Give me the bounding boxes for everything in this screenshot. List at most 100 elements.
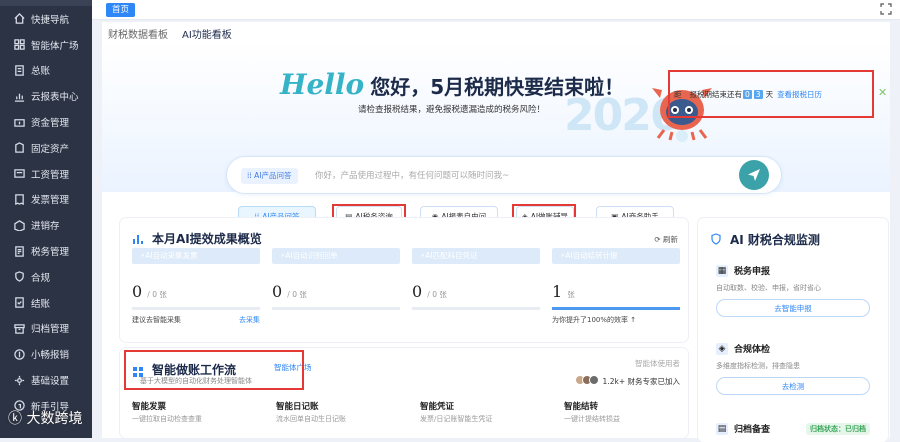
smart-filing-button[interactable]: 去智能申报 bbox=[716, 299, 870, 317]
calendar-icon: ▦ bbox=[716, 264, 728, 277]
sidebar-item-label: 云报表中心 bbox=[31, 92, 79, 104]
workflow-item-title: 智能凭证 bbox=[420, 402, 455, 412]
tax-icon bbox=[14, 245, 25, 257]
deadline-digit-2: 3 bbox=[753, 89, 763, 99]
sidebar-item-label: 发票管理 bbox=[31, 195, 70, 207]
workflow-item-desc: 流水回单自动生日记账 bbox=[276, 415, 346, 423]
metric-2: ⚡AI匹配科目凭证 0 / 0 张 bbox=[412, 248, 540, 315]
metric-value: 0 / 0 张 bbox=[132, 282, 167, 301]
users-label: 智能体使用者 bbox=[635, 359, 680, 368]
go-check-button[interactable]: 去检测 bbox=[716, 377, 870, 395]
sidebar-item-label: 合规 bbox=[31, 272, 51, 284]
sidebar-item-12[interactable]: 归档管理 bbox=[0, 316, 92, 342]
shield-icon bbox=[711, 233, 721, 245]
top-bar: 首页 bbox=[92, 0, 900, 20]
tax-calendar-link[interactable]: 查看报税日历 bbox=[777, 89, 822, 100]
metric-label: ⚡AI自动识别回单 bbox=[272, 248, 400, 264]
sidebar-item-label: 归档管理 bbox=[31, 324, 70, 336]
close-icon[interactable]: ✕ bbox=[878, 86, 887, 99]
main-area: 首页 财税数据看板 AI功能看板 Hello 您好，5月税期快要结束啦！ 请检查报… bbox=[92, 0, 900, 442]
sidebar-item-7[interactable]: 发票管理 bbox=[0, 187, 92, 213]
workflow-item-desc: 一键拉取自动检查查重 bbox=[132, 415, 202, 423]
stock-icon bbox=[14, 219, 25, 231]
sidebar-item-6[interactable]: 工资管理 bbox=[0, 161, 92, 187]
sidebar-item-label: 进销存 bbox=[31, 221, 60, 233]
sidebar-item-label: 小畅报销 bbox=[31, 350, 70, 362]
metric-foot-left: 为你提升了100%的效率 ↑ bbox=[552, 316, 637, 324]
sidebar-item-label: 总账 bbox=[31, 66, 51, 78]
metric-action-link[interactable]: 去采集 bbox=[239, 315, 260, 325]
sidebar: 快捷导航智能体广场总账云报表中心资金管理固定资产工资管理发票管理进销存税务管理合… bbox=[0, 0, 92, 438]
send-button[interactable] bbox=[739, 160, 769, 190]
search-input[interactable]: 你好，产品使用过程中，有任何问题可以随时问我~ bbox=[315, 169, 509, 181]
dashboard-panel: 财税数据看板 AI功能看板 Hello 您好，5月税期快要结束啦！ 请检查报税结果… bbox=[102, 22, 890, 442]
compliance-title: AI 财税合规监测 bbox=[730, 233, 820, 247]
deadline-unit: 天 bbox=[765, 89, 774, 99]
metrics-title: 本月AI提效成果概览 bbox=[152, 232, 262, 246]
chart-icon bbox=[14, 91, 25, 102]
workflow-item-3[interactable]: 智能结转 一键计提结转损益 bbox=[564, 400, 688, 424]
metric-label: ⚡AI自动结转计提 bbox=[552, 248, 680, 264]
refresh-button[interactable]: ⟳ 刷新 bbox=[654, 234, 678, 245]
deadline-digit-1: 0 bbox=[743, 89, 752, 99]
sidebar-item-label: 智能体广场 bbox=[31, 40, 79, 52]
workflow-item-title: 智能日记账 bbox=[276, 402, 319, 412]
sidebar-item-label: 快捷导航 bbox=[31, 14, 70, 26]
bar-chart-icon bbox=[133, 235, 143, 244]
sidebar-item-11[interactable]: 结账 bbox=[0, 290, 92, 316]
metric-value: 1 张 bbox=[552, 282, 575, 301]
sidebar-item-2[interactable]: 总账 bbox=[0, 58, 92, 84]
salary-icon bbox=[14, 168, 25, 179]
metric-progress bbox=[272, 307, 400, 310]
shield-check-icon: ◈ bbox=[716, 342, 728, 355]
sidebar-item-4[interactable]: 资金管理 bbox=[0, 109, 92, 135]
hello-text: Hello bbox=[280, 68, 365, 101]
metric-progress bbox=[552, 307, 680, 310]
metric-label: ⚡AI自动采集发票 bbox=[132, 248, 260, 264]
metric-3: ⚡AI自动结转计提 1 张为你提升了100%的效率 ↑ bbox=[552, 248, 680, 325]
highlight-workflow bbox=[124, 350, 304, 390]
sidebar-item-1[interactable]: 智能体广场 bbox=[0, 32, 92, 58]
ai-search-box[interactable]: ⁞⁞ AI产品问答 你好，产品使用过程中，有任何问题可以随时问我~ bbox=[226, 156, 782, 194]
workflow-item-desc: 一键计提结转损益 bbox=[564, 415, 620, 423]
settings-icon bbox=[14, 375, 25, 386]
sidebar-item-label: 结账 bbox=[31, 298, 51, 310]
sidebar-item-10[interactable]: 合规 bbox=[0, 264, 92, 290]
section-compliance-check: ◈ 合规体检 多维度指标检测，排查隐患 去检测 bbox=[716, 342, 870, 395]
metric-value: 0 / 0 张 bbox=[412, 282, 447, 301]
sidebar-item-14[interactable]: 基础设置 bbox=[0, 367, 92, 393]
sidebar-item-13[interactable]: 小畅报销 bbox=[0, 341, 92, 367]
compliance-card: AI 财税合规监测 ▦ 税务申报 自动取数、校验、申报，省时省心 去智能申报 ◈ 合… bbox=[698, 218, 888, 442]
metric-0: ⚡AI自动采集发票 0 / 0 张建议去智能采集 去采集 bbox=[132, 248, 260, 325]
workflow-item-0[interactable]: 智能发票 一键拉取自动检查查重 bbox=[132, 400, 256, 424]
workflow-item-1[interactable]: 智能日记账流水回单自动生日记账 bbox=[276, 400, 400, 424]
sidebar-item-9[interactable]: 税务管理 bbox=[0, 238, 92, 264]
shield-icon bbox=[14, 271, 25, 283]
archive-icon bbox=[14, 323, 25, 334]
archive-status-badge: 归档状态：已归档 bbox=[806, 422, 870, 435]
tab-home[interactable]: 首页 bbox=[106, 3, 136, 17]
money-icon bbox=[14, 117, 25, 128]
grid-icon bbox=[14, 39, 25, 50]
search-mode-chip[interactable]: ⁞⁞ AI产品问答 bbox=[241, 168, 298, 184]
workflow-item-desc: 发票/日记账智能生凭证 bbox=[420, 415, 493, 423]
workflow-item-2[interactable]: 智能凭证发票/日记账智能生凭证 bbox=[420, 400, 544, 424]
reimburse-icon bbox=[14, 349, 25, 360]
section-archive: ▤ 归档备查 归档状态：已归档 bbox=[716, 422, 870, 435]
sidebar-item-3[interactable]: 云报表中心 bbox=[0, 83, 92, 109]
sidebar-item-0[interactable]: 快捷导航 bbox=[0, 6, 92, 32]
deadline-text: 报税期结束还有 bbox=[689, 89, 743, 99]
sidebar-item-8[interactable]: 进销存 bbox=[0, 212, 92, 238]
sidebar-item-5[interactable]: 固定资产 bbox=[0, 135, 92, 161]
sidebar-item-label: 工资管理 bbox=[31, 169, 70, 181]
check-desc: 多维度指标检测，排查隐患 bbox=[716, 362, 800, 370]
metric-value: 0 / 0 张 bbox=[272, 282, 307, 301]
metric-progress bbox=[412, 307, 540, 310]
sidebar-item-label: 固定资产 bbox=[31, 143, 70, 155]
home-icon bbox=[14, 13, 25, 25]
avatar-group bbox=[574, 375, 599, 387]
metric-progress bbox=[132, 307, 260, 310]
close-books-icon bbox=[14, 297, 25, 308]
fullscreen-icon[interactable] bbox=[880, 3, 892, 15]
metric-foot-left: 建议去智能采集 bbox=[132, 316, 181, 324]
